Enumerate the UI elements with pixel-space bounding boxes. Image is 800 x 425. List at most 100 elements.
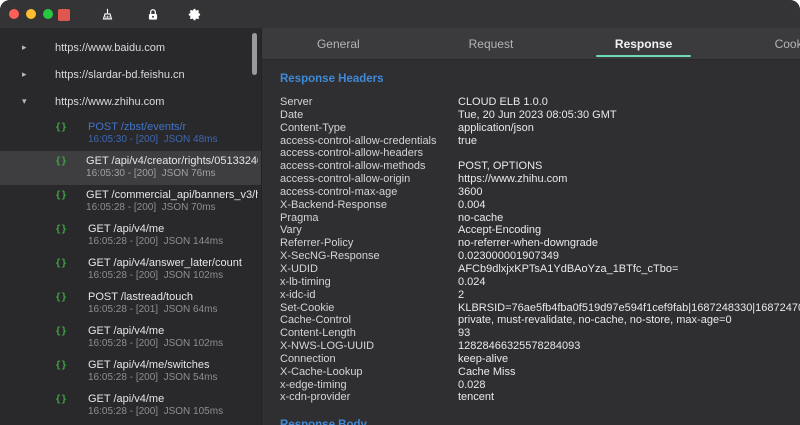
header-value: Cache Miss [458, 366, 800, 379]
header-row: access-control-allow-credentials true [280, 135, 800, 148]
header-key: x-cdn-provider [280, 391, 458, 404]
response-content: Response Headers Server CLOUD ELB 1.0.0 … [262, 60, 800, 425]
header-row: Pragma no-cache [280, 212, 800, 225]
settings-gear-icon[interactable] [187, 7, 202, 22]
lock-icon[interactable] [145, 7, 160, 22]
request-title: GET /api/v4/me [88, 393, 223, 406]
header-row: access-control-allow-methods POST, OPTIO… [280, 160, 800, 173]
record-stop-icon[interactable] [56, 7, 71, 22]
header-key: access-control-allow-origin [280, 173, 458, 186]
request-meta: 16:05:28 - [200] JSON 102ms [88, 338, 223, 350]
header-key: Server [280, 96, 458, 109]
header-key: Referrer-Policy [280, 237, 458, 250]
sidebar-request-row[interactable]: {} GET /api/v4/me/switches 16:05:28 - [2… [0, 355, 261, 389]
json-braces-icon: {} [55, 257, 69, 270]
tab-response[interactable]: Response [567, 28, 720, 59]
disclosure-triangle-icon[interactable]: ▾ [22, 96, 32, 107]
sidebar-request-row[interactable]: {} GET /api/v4/answer_later/count 16:05:… [0, 253, 261, 287]
header-key: X-UDID [280, 263, 458, 276]
app-window: ▸ https://www.baidu.com ▸ https://slarda… [0, 0, 800, 425]
request-meta: 16:05:28 - [201] JSON 64ms [88, 304, 218, 316]
header-value: no-referrer-when-downgrade [458, 237, 800, 250]
disclosure-triangle-icon[interactable]: ▸ [22, 69, 32, 80]
domain-label: https://slardar-bd.feishu.cn [55, 69, 185, 81]
json-braces-icon: {} [55, 359, 69, 372]
sidebar-request-row[interactable]: {} GET /api/v4/creator/rights/0513324000… [0, 151, 261, 185]
header-value: 0.024 [458, 276, 800, 289]
request-meta: 16:05:28 - [200] JSON 144ms [88, 236, 223, 248]
request-meta: 16:05:28 - [200] JSON 105ms [88, 406, 223, 418]
header-value: CLOUD ELB 1.0.0 [458, 96, 800, 109]
header-key: access-control-max-age [280, 186, 458, 199]
json-braces-icon: {} [55, 155, 67, 168]
header-key: access-control-allow-methods [280, 160, 458, 173]
sidebar-request-row[interactable]: {} GET /api/v4/me 16:05:28 - [200] JSON … [0, 219, 261, 253]
header-value: 0.004 [458, 199, 800, 212]
header-row: access-control-allow-headers [280, 147, 800, 160]
response-body-title: Response Body [280, 419, 367, 425]
header-row: X-UDID AFCb9dlxjxKPTsA1YdBAoYza_1BTfc_cT… [280, 263, 800, 276]
header-row: Content-Length 93 [280, 327, 800, 340]
header-row: x-lb-timing 0.024 [280, 276, 800, 289]
sidebar-domain-row[interactable]: ▾ https://www.zhihu.com [0, 88, 261, 115]
request-title: GET /api/v4/me/switches [88, 359, 218, 372]
header-row: Set-Cookie KLBRSID=76ae5fb4fba0f519d97e5… [280, 302, 800, 315]
header-value: 93 [458, 327, 800, 340]
tab-request[interactable]: Request [415, 28, 568, 59]
header-value: 12828466325578284093 [458, 340, 800, 353]
header-value: 2 [458, 289, 800, 302]
disclosure-triangle-icon[interactable]: ▸ [22, 42, 32, 53]
sidebar-request-row[interactable]: {} GET /api/v4/me 16:05:28 - [200] JSON … [0, 389, 261, 423]
header-key: x-idc-id [280, 289, 458, 302]
request-title: GET /api/v4/me [88, 325, 223, 338]
sidebar-request-row[interactable]: {} POST /zbst/events/r 16:05:30 - [200] … [0, 117, 261, 151]
zoom-window-button[interactable] [43, 9, 53, 19]
sidebar-request-row[interactable]: {} GET /commercial_api/banners_v3/home_.… [0, 185, 261, 219]
header-value: AFCb9dlxjxKPTsA1YdBAoYza_1BTfc_cTbo= [458, 263, 800, 276]
header-value: true [458, 135, 800, 148]
response-headers-section-head: Response Headers [280, 70, 800, 88]
header-key: access-control-allow-credentials [280, 135, 458, 148]
close-window-button[interactable] [9, 9, 19, 19]
detail-panel: GeneralRequestResponseCookies Response H… [262, 28, 800, 425]
header-key: X-SecNG-Response [280, 250, 458, 263]
header-row: Server CLOUD ELB 1.0.0 [280, 96, 800, 109]
header-key: Set-Cookie [280, 302, 458, 315]
json-braces-icon: {} [55, 189, 67, 202]
request-meta: 16:05:28 - [200] JSON 54ms [88, 372, 218, 384]
tab-bar: GeneralRequestResponseCookies [262, 28, 800, 60]
sidebar-request-row[interactable]: {} GET /api/v4/me 16:05:28 - [200] JSON … [0, 321, 261, 355]
domain-list: ▸ https://www.baidu.com ▸ https://slarda… [0, 28, 261, 115]
header-value: tencent [458, 391, 800, 404]
window-controls [9, 9, 53, 19]
request-title: GET /api/v4/me [88, 223, 223, 236]
sidebar-domain-row[interactable]: ▸ https://www.baidu.com [0, 34, 261, 61]
sidebar-request-row[interactable]: {} POST /lastread/touch 16:05:28 - [201]… [0, 287, 261, 321]
header-value: Tue, 20 Jun 2023 08:05:30 GMT [458, 109, 800, 122]
header-row: Connection keep-alive [280, 353, 800, 366]
request-title: GET /api/v4/creator/rights/0513324000/s.… [86, 155, 258, 168]
response-body-section-head: Response Body [280, 416, 800, 425]
header-row: Content-Type application/json [280, 122, 800, 135]
sidebar-scrollbar[interactable] [252, 33, 257, 75]
minimize-window-button[interactable] [26, 9, 36, 19]
request-title: GET /commercial_api/banners_v3/home_... [86, 189, 258, 202]
clear-broom-icon[interactable] [100, 7, 115, 22]
request-meta: 16:05:28 - [200] JSON 70ms [86, 202, 258, 214]
tab-general[interactable]: General [262, 28, 415, 59]
domain-label: https://www.baidu.com [55, 42, 165, 54]
header-value: 0.023000001907349 [458, 250, 800, 263]
json-braces-icon: {} [55, 223, 69, 236]
domain-label: https://www.zhihu.com [55, 96, 164, 108]
header-row: access-control-max-age 3600 [280, 186, 800, 199]
header-value: Accept-Encoding [458, 224, 800, 237]
tab-cookies[interactable]: Cookies [720, 28, 800, 59]
header-value: 0.028 [458, 379, 800, 392]
header-value: POST, OPTIONS [458, 160, 800, 173]
sidebar-domain-row[interactable]: ▸ https://slardar-bd.feishu.cn [0, 61, 261, 88]
header-row: X-Backend-Response 0.004 [280, 199, 800, 212]
header-key: Content-Length [280, 327, 458, 340]
request-list: {} POST /zbst/events/r 16:05:30 - [200] … [0, 117, 261, 425]
request-meta: 16:05:30 - [200] JSON 76ms [86, 168, 258, 180]
header-row: Vary Accept-Encoding [280, 224, 800, 237]
